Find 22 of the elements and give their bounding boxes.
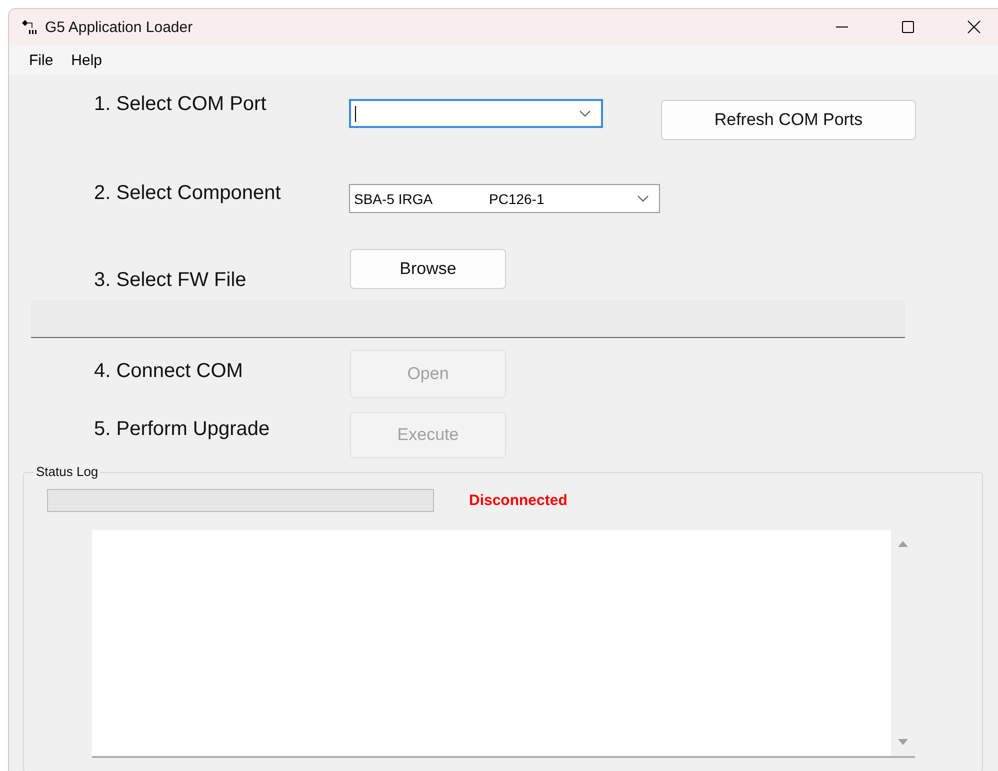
app-icon bbox=[21, 19, 37, 35]
scroll-up-icon[interactable] bbox=[898, 540, 908, 548]
chevron-down-icon bbox=[579, 110, 591, 118]
step-label: 1. Select COM Port bbox=[94, 93, 268, 116]
menu-item[interactable]: File bbox=[29, 52, 54, 68]
step-label: 2. Select Component bbox=[94, 182, 282, 205]
close-icon[interactable] bbox=[967, 20, 981, 34]
step-button[interactable]: Refresh COM Ports bbox=[661, 100, 916, 140]
file-path-field[interactable] bbox=[31, 300, 905, 338]
chevron-down-icon bbox=[637, 194, 649, 202]
step-label: 5. Perform Upgrade bbox=[94, 418, 271, 441]
group-title: Status Log bbox=[34, 464, 100, 479]
dropdown-field[interactable] bbox=[349, 99, 603, 128]
maximize-icon[interactable] bbox=[901, 20, 915, 34]
dropdown-field[interactable]: SBA-5 IRGA PC126-1 bbox=[349, 184, 660, 213]
step-button[interactable]: Browse bbox=[350, 249, 506, 289]
scroll-down-icon[interactable] bbox=[898, 738, 908, 746]
step-label: 3. Select FW File bbox=[94, 269, 248, 292]
step-label: 4. Connect COM bbox=[94, 360, 244, 383]
window-title: G5 Application Loader bbox=[45, 18, 193, 36]
menu-item[interactable]: Help bbox=[71, 52, 102, 68]
connection-status: Disconnected bbox=[469, 492, 568, 509]
